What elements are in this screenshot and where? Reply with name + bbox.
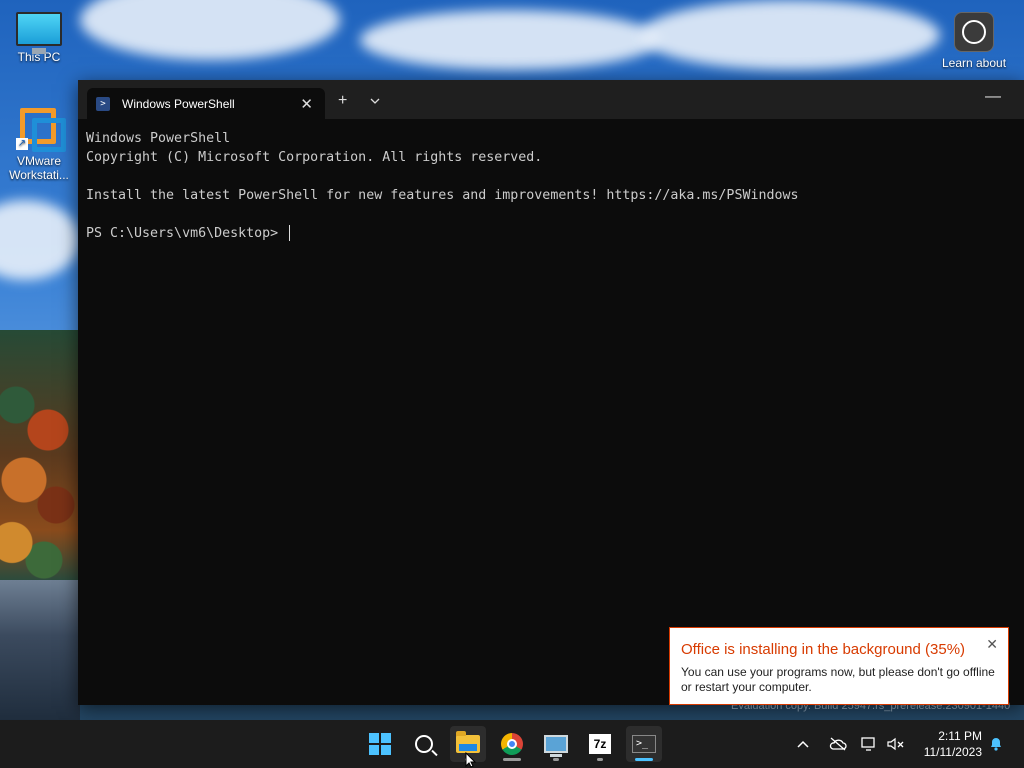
terminal-window: > Windows PowerShell ✕ + — Windows Power… bbox=[78, 80, 1024, 705]
toast-body: You can use your programs now, but pleas… bbox=[681, 665, 995, 694]
remote-desktop-icon bbox=[544, 735, 568, 757]
folder-icon bbox=[456, 731, 480, 753]
desktop-icon-label: Learn about bbox=[941, 56, 1007, 70]
wallpaper-cloud bbox=[360, 10, 660, 70]
minimize-button[interactable]: — bbox=[985, 88, 1001, 106]
console-output[interactable]: Windows PowerShell Copyright (C) Microso… bbox=[78, 119, 1024, 253]
notifications-button[interactable] bbox=[988, 735, 1004, 751]
chevron-down-icon bbox=[370, 98, 380, 104]
network-tray-button[interactable] bbox=[861, 720, 877, 768]
console-line: Install the latest PowerShell for new fe… bbox=[86, 188, 799, 203]
show-hidden-icons-button[interactable] bbox=[797, 720, 809, 768]
toast-title: Office is installing in the background (… bbox=[681, 641, 966, 658]
desktop-icon-this-pc[interactable]: This PC bbox=[1, 12, 77, 64]
onedrive-tray-button[interactable] bbox=[829, 720, 847, 768]
wallpaper-lake bbox=[0, 580, 80, 720]
volume-tray-button[interactable] bbox=[887, 720, 905, 768]
7zip-button[interactable]: 7z bbox=[582, 726, 618, 762]
wallpaper-cloud bbox=[640, 0, 940, 70]
running-indicator bbox=[597, 758, 603, 761]
tab-close-button[interactable]: ✕ bbox=[300, 95, 313, 113]
wallpaper-cloud bbox=[0, 200, 80, 280]
running-indicator bbox=[503, 758, 521, 761]
terminal-icon: >_ bbox=[632, 735, 656, 753]
wallpaper-cloud bbox=[80, 0, 340, 60]
vmware-icon: ↗ bbox=[16, 104, 66, 152]
clock-date: 11/11/2023 bbox=[923, 745, 982, 759]
network-icon bbox=[861, 737, 875, 751]
start-button[interactable] bbox=[362, 726, 398, 762]
powershell-icon: > bbox=[96, 96, 110, 111]
windows-logo-icon bbox=[369, 733, 391, 755]
search-icon bbox=[415, 735, 433, 753]
search-button[interactable] bbox=[406, 726, 442, 762]
tab-windows-powershell[interactable]: > Windows PowerShell ✕ bbox=[87, 88, 325, 119]
wallpaper-forest bbox=[0, 330, 80, 580]
shortcut-arrow-icon: ↗ bbox=[16, 138, 28, 150]
new-tab-button[interactable]: + bbox=[338, 92, 347, 110]
computer-icon bbox=[16, 12, 62, 54]
console-prompt: PS C:\Users\vm6\Desktop> bbox=[86, 226, 287, 241]
chrome-button[interactable] bbox=[494, 726, 530, 762]
bell-icon bbox=[991, 738, 1001, 751]
cloud-offline-icon bbox=[829, 737, 847, 751]
terminal-titlebar[interactable]: > Windows PowerShell ✕ + — bbox=[78, 80, 1024, 119]
active-indicator bbox=[635, 758, 653, 761]
7zip-icon: 7z bbox=[589, 734, 611, 754]
console-line: Copyright (C) Microsoft Corporation. All… bbox=[86, 150, 543, 165]
office-install-toast[interactable]: Office is installing in the background (… bbox=[669, 627, 1009, 705]
remote-desktop-button[interactable] bbox=[538, 726, 574, 762]
tab-dropdown-button[interactable] bbox=[370, 93, 380, 107]
desktop-icon-learn-about[interactable]: Learn about bbox=[936, 12, 1012, 70]
clock-time: 2:11 PM bbox=[938, 729, 982, 743]
mouse-pointer-icon bbox=[465, 752, 477, 768]
chevron-up-icon bbox=[797, 740, 809, 748]
volume-muted-icon bbox=[887, 737, 904, 751]
console-line: Windows PowerShell bbox=[86, 131, 231, 146]
toast-close-button[interactable]: ✕ bbox=[986, 636, 998, 653]
text-cursor bbox=[289, 225, 291, 241]
terminal-button[interactable]: >_ bbox=[626, 726, 662, 762]
learn-about-icon bbox=[954, 12, 994, 52]
running-indicator bbox=[553, 758, 559, 761]
tab-title: Windows PowerShell bbox=[122, 96, 235, 111]
chrome-icon bbox=[501, 733, 523, 755]
taskbar: 7z >_ 2:11 PM 11/11/2023 bbox=[0, 720, 1024, 768]
clock[interactable]: 2:11 PM 11/11/2023 bbox=[912, 728, 982, 760]
desktop-icon-label: VMware Workstati... bbox=[9, 154, 69, 182]
desktop-icon-vmware[interactable]: ↗ VMware Workstati... bbox=[1, 104, 77, 182]
